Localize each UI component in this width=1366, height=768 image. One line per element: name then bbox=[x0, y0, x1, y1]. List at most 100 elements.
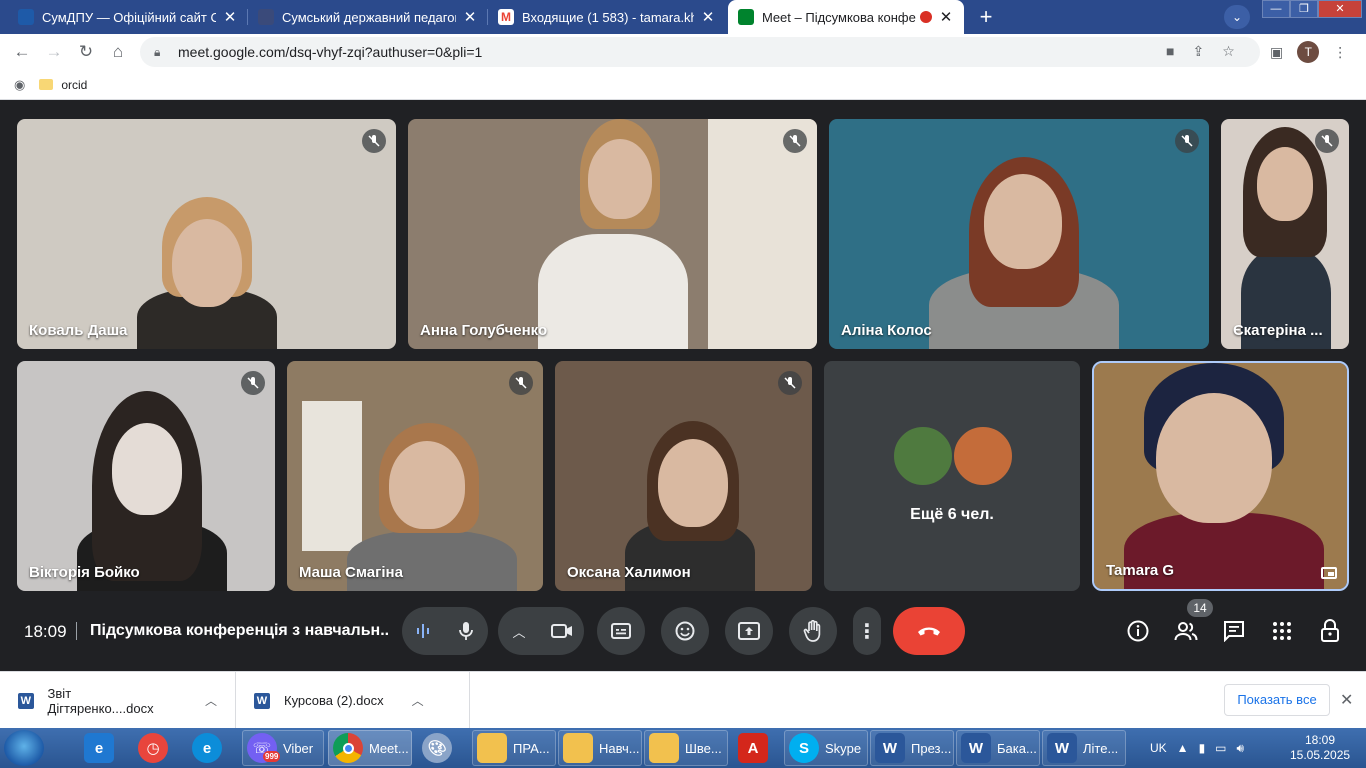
show-all-downloads-button[interactable]: Показать все bbox=[1224, 684, 1330, 716]
bookmark-star-icon[interactable]: ☆ bbox=[1222, 43, 1235, 60]
picture-in-picture-icon[interactable] bbox=[1321, 567, 1337, 579]
taskbar-word[interactable]: W През... bbox=[870, 730, 954, 766]
muted-mic-icon bbox=[509, 371, 533, 395]
more-participants-avatars bbox=[892, 425, 1014, 487]
chevron-up-icon[interactable]: ︿ bbox=[205, 692, 217, 709]
participant-count-badge: 14 bbox=[1187, 599, 1213, 617]
people-button[interactable] bbox=[1173, 618, 1199, 644]
tab-title: Входящие (1 583) - tamara.kharc bbox=[522, 9, 694, 25]
close-tab-icon[interactable]: ✕ bbox=[938, 8, 954, 26]
tab-search-chevron-icon[interactable]: ⌄ bbox=[1224, 5, 1250, 29]
browser-toolbar: ← → ↻ ⌂ 🔒︎ meet.google.com/dsq-vhyf-zqi?… bbox=[0, 34, 1366, 70]
share-icon[interactable]: ⇪ bbox=[1192, 43, 1204, 60]
participant-tile[interactable]: Вікторія Бойко bbox=[17, 361, 275, 591]
minimize-icon[interactable]: — bbox=[1262, 0, 1290, 18]
tab-title: СумДПУ — Офіційний сайт Сум bbox=[42, 9, 216, 25]
globe-icon[interactable]: ◉ bbox=[14, 77, 25, 93]
captions-button[interactable] bbox=[597, 607, 645, 655]
download-item[interactable]: W Курсова (2).docx ︿ bbox=[236, 672, 470, 729]
close-tab-icon[interactable]: ✕ bbox=[700, 8, 716, 26]
activities-button[interactable] bbox=[1269, 618, 1295, 644]
microphone-button[interactable] bbox=[444, 607, 488, 655]
taskbar-folder[interactable]: Шве... bbox=[644, 730, 728, 766]
side-panel-icon[interactable]: ▣ bbox=[1270, 44, 1283, 61]
close-tab-icon[interactable]: ✕ bbox=[222, 8, 238, 26]
taskbar-folder[interactable]: Навч... bbox=[558, 730, 642, 766]
back-arrow-icon[interactable]: ← bbox=[6, 36, 38, 68]
tab-sumdpu[interactable]: СумДПУ — Офіційний сайт Сум ✕ bbox=[8, 0, 248, 34]
participant-name: Єкатеріна ... bbox=[1233, 322, 1323, 339]
muted-mic-icon bbox=[1175, 129, 1199, 153]
close-tab-icon[interactable]: ✕ bbox=[462, 8, 478, 26]
self-view-tile[interactable]: Tamara G bbox=[1092, 361, 1349, 591]
maximize-icon[interactable]: ❐ bbox=[1290, 0, 1318, 18]
taskbar-edge[interactable]: e bbox=[188, 730, 232, 766]
participant-silhouette bbox=[538, 234, 688, 349]
chat-button[interactable] bbox=[1221, 618, 1247, 644]
tab-gmail[interactable]: M Входящие (1 583) - tamara.kharc ✕ bbox=[488, 0, 726, 34]
participant-tile[interactable]: Оксана Халимон bbox=[555, 361, 812, 591]
volume-icon[interactable]: 🔊︎ bbox=[1237, 741, 1245, 756]
reactions-button[interactable] bbox=[661, 607, 709, 655]
edge-icon: e bbox=[192, 733, 222, 763]
forward-arrow-icon[interactable]: → bbox=[38, 36, 70, 68]
taskbar-acrobat[interactable]: A bbox=[734, 730, 778, 766]
taskbar-folder[interactable]: ПРА... bbox=[472, 730, 556, 766]
start-button[interactable] bbox=[4, 730, 44, 766]
home-icon[interactable]: ⌂ bbox=[102, 36, 134, 68]
taskbar-clock[interactable]: 18:09 15.05.2025 bbox=[1290, 733, 1350, 763]
taskbar-alarm[interactable]: ◷ bbox=[134, 730, 178, 766]
meeting-details-button[interactable] bbox=[1125, 618, 1151, 644]
taskbar-viber[interactable]: ☏ 999 Viber bbox=[242, 730, 324, 766]
taskbar-chrome-meet[interactable]: Meet... bbox=[328, 730, 412, 766]
more-participants-tile[interactable]: Ещё 6 чел. bbox=[824, 361, 1080, 591]
window-controls: — ❐ ✕ bbox=[1262, 0, 1362, 18]
raise-hand-button[interactable] bbox=[789, 607, 837, 655]
language-indicator[interactable]: UK bbox=[1150, 741, 1167, 755]
clock-date: 15.05.2025 bbox=[1290, 748, 1351, 762]
battery-icon[interactable]: ▭ bbox=[1215, 741, 1226, 755]
participant-name: Вікторія Бойко bbox=[29, 564, 140, 581]
host-controls-button[interactable] bbox=[1317, 618, 1343, 644]
present-button[interactable] bbox=[725, 607, 773, 655]
camera-options-button[interactable]: ︿ bbox=[498, 607, 540, 655]
close-window-icon[interactable]: ✕ bbox=[1318, 0, 1362, 18]
show-hidden-icons-icon[interactable]: ▲ bbox=[1177, 741, 1189, 755]
leave-call-button[interactable] bbox=[893, 607, 965, 655]
participant-face bbox=[588, 139, 652, 219]
participant-face bbox=[984, 174, 1062, 269]
profile-avatar[interactable]: T bbox=[1297, 41, 1320, 63]
camera-button[interactable] bbox=[540, 607, 584, 655]
taskbar-skype[interactable]: S Skype bbox=[784, 730, 868, 766]
taskbar-paint[interactable]: 🎨︎ bbox=[418, 730, 462, 766]
new-tab-button[interactable]: + bbox=[972, 4, 1000, 30]
bookmarks-bar: ◉ orcid bbox=[0, 70, 1366, 100]
chevron-up-icon[interactable]: ︿ bbox=[412, 692, 424, 709]
taskbar-word[interactable]: W Літе... bbox=[1042, 730, 1126, 766]
participant-tile[interactable]: Коваль Даша bbox=[17, 119, 396, 349]
camera-icon bbox=[551, 624, 572, 638]
camera-in-use-icon[interactable]: ■ bbox=[1166, 43, 1174, 60]
bookmark-orcid[interactable]: orcid bbox=[61, 78, 87, 92]
word-icon: W bbox=[1047, 733, 1077, 763]
network-icon[interactable]: ▮ bbox=[1199, 741, 1206, 755]
participant-tile[interactable]: Єкатеріна ... bbox=[1221, 119, 1349, 349]
taskbar-word[interactable]: W Бака... bbox=[956, 730, 1040, 766]
clock-time: 18:09 bbox=[1304, 733, 1336, 747]
taskbar-label: Viber bbox=[283, 740, 314, 756]
tab-meet[interactable]: Meet – Підсумкова конфер ✕ bbox=[728, 0, 964, 34]
reload-icon[interactable]: ↻ bbox=[70, 36, 102, 68]
participant-tile[interactable]: Аліна Колос bbox=[829, 119, 1209, 349]
participant-tile[interactable]: Маша Смагіна bbox=[287, 361, 543, 591]
menu-kebab-icon[interactable]: ⋮ bbox=[1333, 44, 1347, 61]
audio-level-button[interactable] bbox=[402, 607, 444, 655]
download-item[interactable]: W Звіт Дігтяренко....docx ︿ bbox=[0, 672, 236, 729]
taskbar-internet-explorer[interactable]: e bbox=[80, 730, 124, 766]
more-options-button[interactable]: ⋮ bbox=[853, 607, 881, 655]
participant-tile[interactable]: Анна Голубченко bbox=[408, 119, 817, 349]
tab-pedagogical[interactable]: Сумський державний педагогіч ✕ bbox=[248, 0, 488, 34]
host-controls-icon bbox=[1321, 619, 1339, 642]
address-bar[interactable]: 🔒︎ meet.google.com/dsq-vhyf-zqi?authuser… bbox=[140, 37, 1260, 67]
meeting-clock: 18:09 bbox=[24, 622, 67, 641]
close-icon[interactable]: ✕ bbox=[1340, 690, 1353, 710]
